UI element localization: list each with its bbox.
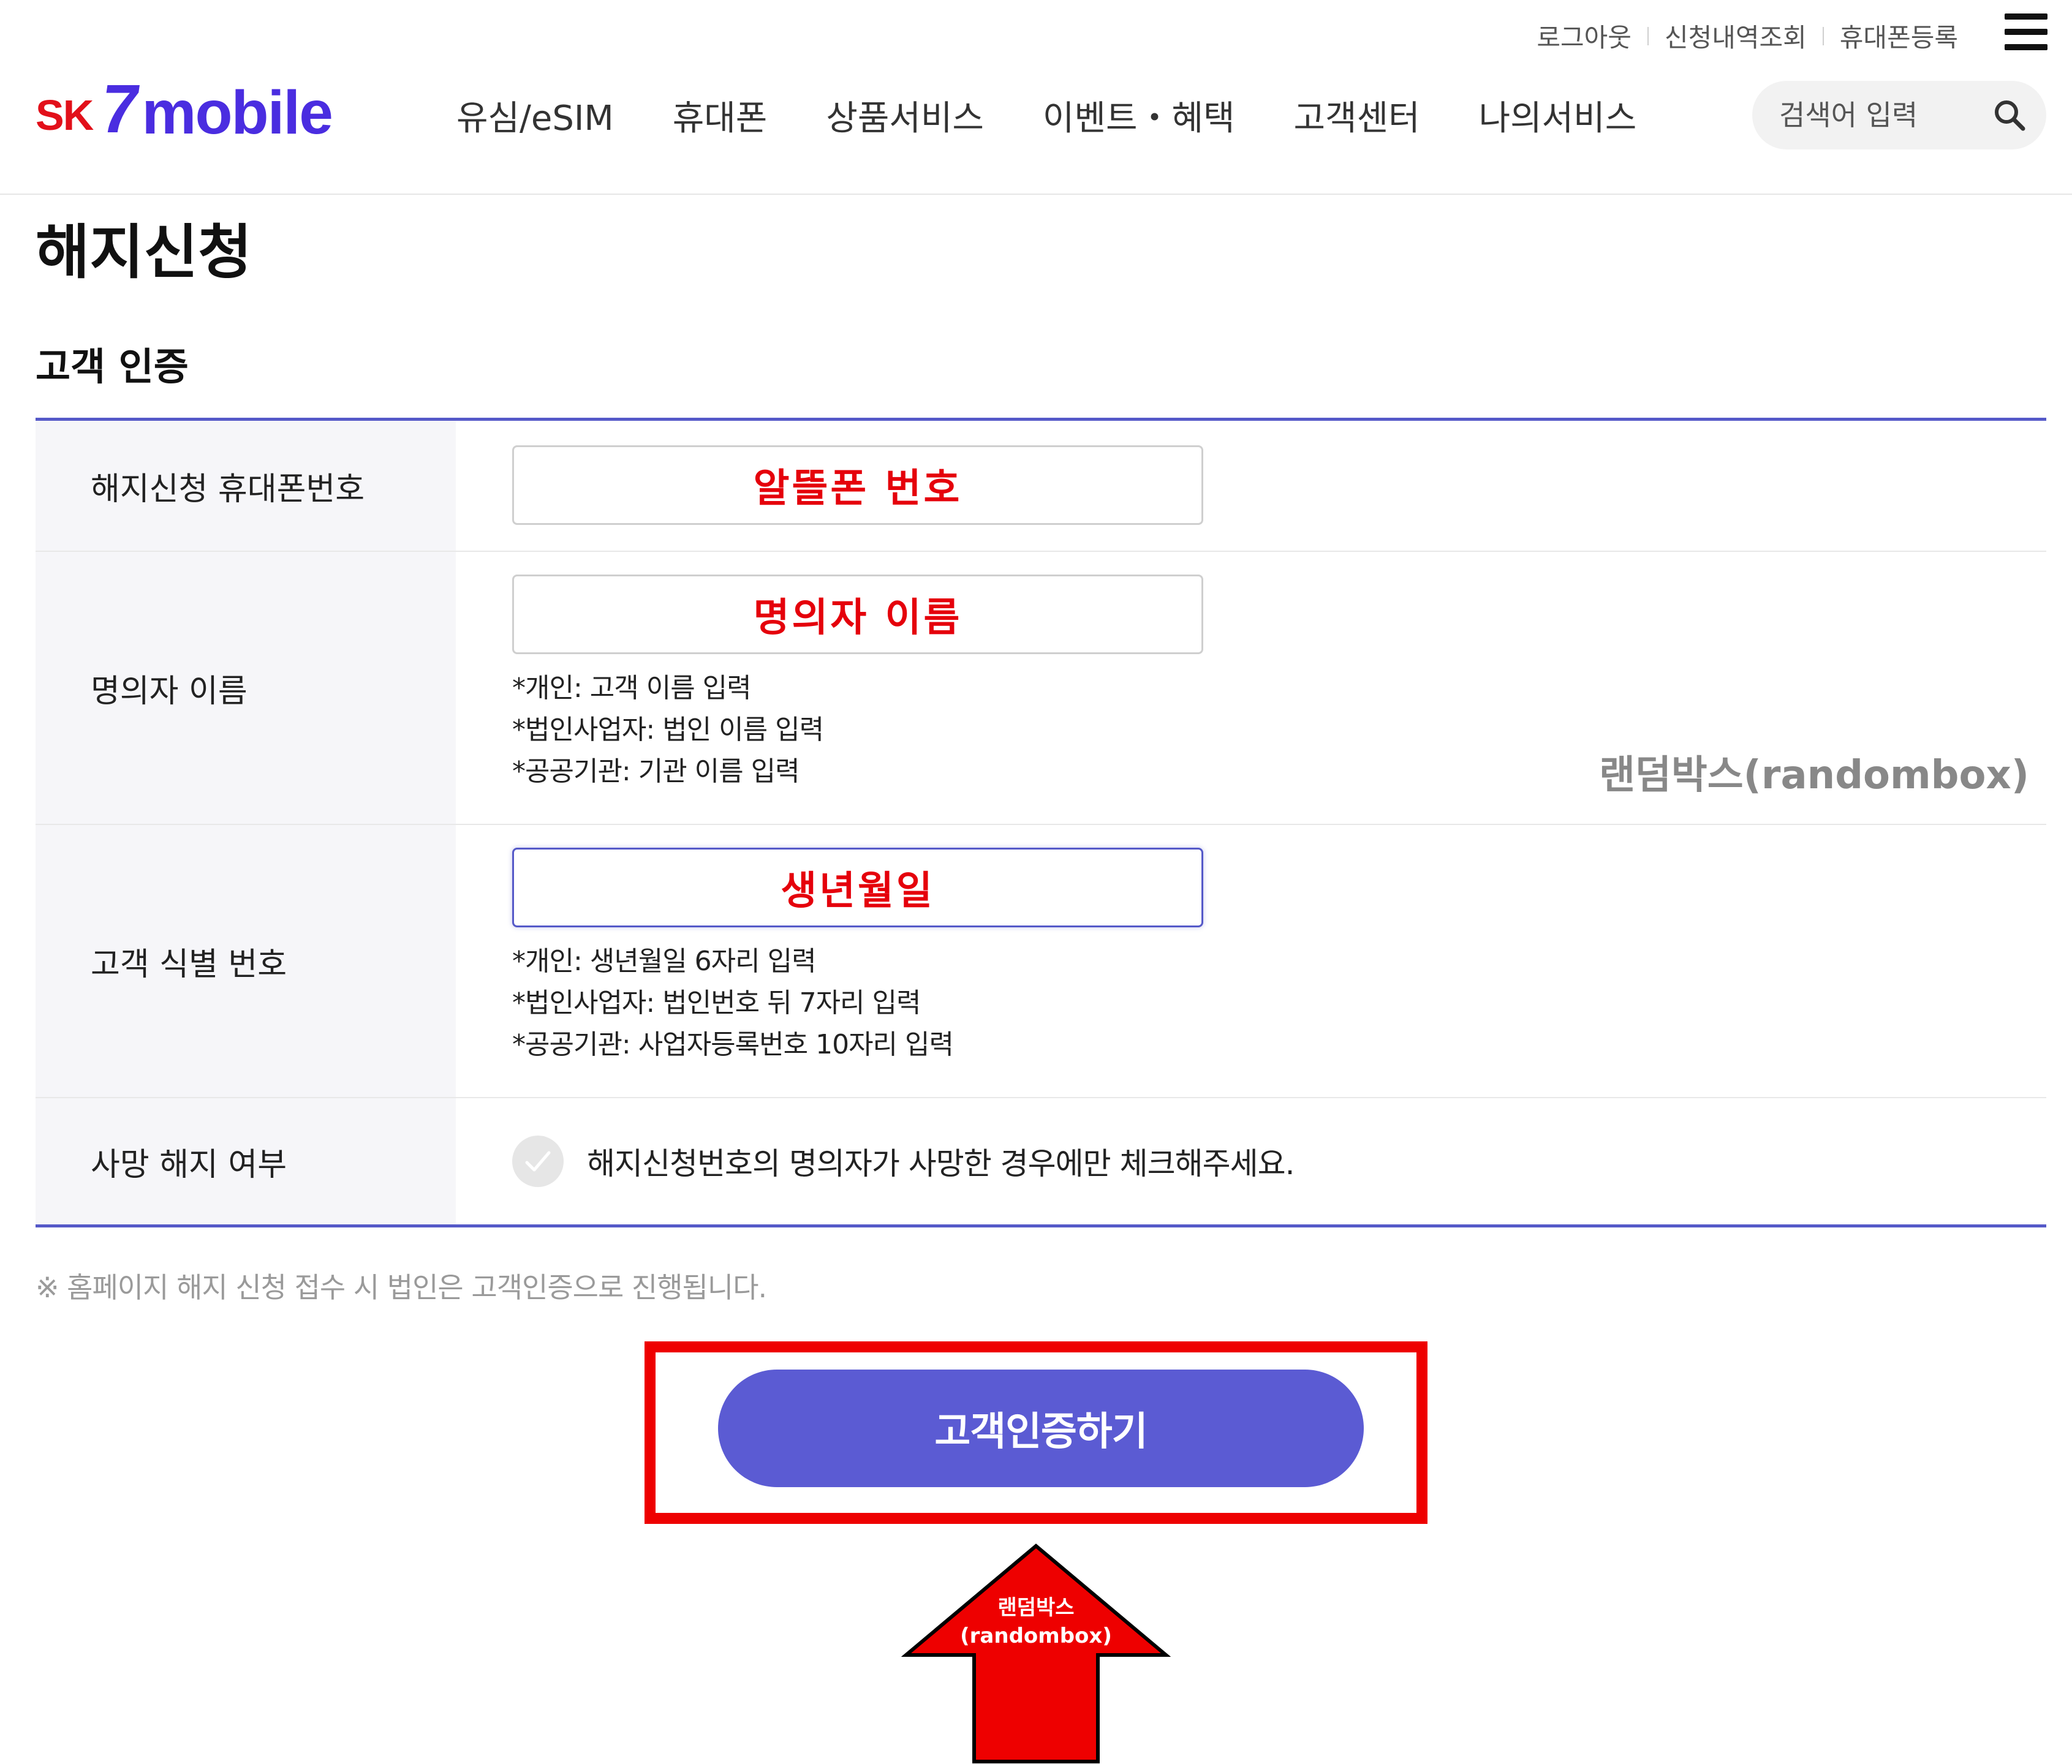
nav-customer-center[interactable]: 고객센터 [1294, 91, 1420, 140]
id-hint-public: *공공기관: 사업자등록번호 10자리 입력 [512, 1029, 954, 1060]
up-arrow-icon [901, 1544, 1171, 1763]
form-row-phone: 해지신청 휴대폰번호 알뜰폰 번호 [36, 421, 2046, 552]
arrow-label: 랜덤박스 (randombox) [904, 1594, 1168, 1650]
phone-field-cell: 알뜰폰 번호 [456, 421, 2046, 551]
phone-registration-link[interactable]: 휴대폰등록 [1840, 17, 1958, 55]
owner-name-input[interactable]: 명의자 이름 [512, 575, 1203, 654]
death-field-cell: 해지신청번호의 명의자가 사망한 경우에만 체크해주세요. [456, 1098, 2046, 1224]
divider [1647, 26, 1649, 45]
id-field-cell: 생년월일 *개인: 생년월일 6자리 입력 *법인사업자: 법인번호 뒤 7자리… [456, 825, 2046, 1097]
nav-events-benefits[interactable]: 이벤트・혜택 [1043, 91, 1235, 140]
application-history-link[interactable]: 신청내역조회 [1665, 17, 1807, 55]
sk-7mobile-logo[interactable]: SK 7 mobile [36, 70, 333, 147]
name-label: 명의자 이름 [36, 552, 456, 824]
phone-number-input[interactable]: 알뜰폰 번호 [512, 445, 1203, 525]
id-hint-individual: *개인: 생년월일 6자리 입력 [512, 946, 817, 977]
nav-my-services[interactable]: 나의서비스 [1479, 91, 1637, 140]
phone-label: 해지신청 휴대폰번호 [36, 421, 456, 551]
section-title: 고객 인증 [36, 344, 189, 389]
id-hints: *개인: 생년월일 6자리 입력 *법인사업자: 법인번호 뒤 7자리 입력 *… [512, 941, 2046, 1066]
nav-phones[interactable]: 휴대폰 [673, 91, 768, 140]
logo-sk-text: SK [36, 91, 94, 139]
id-hint-corporate: *법인사업자: 법인번호 뒤 7자리 입력 [512, 987, 921, 1019]
hamburger-menu-icon[interactable] [2005, 13, 2047, 54]
verify-customer-button[interactable]: 고객인증하기 [718, 1370, 1364, 1487]
search-icon[interactable] [1992, 98, 2027, 132]
form-row-id: 고객 식별 번호 생년월일 *개인: 생년월일 6자리 입력 *법인사업자: 법… [36, 825, 2046, 1098]
customer-verification-form: 해지신청 휴대폰번호 알뜰폰 번호 명의자 이름 명의자 이름 *개인: 고객 … [36, 418, 2046, 1227]
death-checkbox-label[interactable]: 해지신청번호의 명의자가 사망한 경우에만 체크해주세요. [587, 1139, 1295, 1183]
divider [1822, 26, 1824, 45]
checkmark-icon [525, 1151, 551, 1172]
form-notice: ※ 홈페이지 해지 신청 접수 시 법인은 고객인증으로 진행됩니다. [36, 1271, 767, 1304]
search-input[interactable] [1778, 98, 1976, 132]
nav-usim-esim[interactable]: 유심/eSIM [456, 91, 614, 140]
customer-id-input[interactable]: 생년월일 [512, 848, 1203, 927]
name-hint-individual: *개인: 고객 이름 입력 [512, 673, 752, 704]
logo-mobile-text: mobile [142, 78, 333, 147]
utility-links: 로그아웃 신청내역조회 휴대폰등록 [1537, 17, 1958, 55]
main-navigation: 유심/eSIM 휴대폰 상품서비스 이벤트・혜택 고객센터 나의서비스 [456, 91, 1636, 140]
death-label: 사망 해지 여부 [36, 1098, 456, 1224]
search-box [1752, 81, 2046, 149]
logo-seven-mark: 7 [96, 70, 145, 147]
randombox-annotation: 랜덤박스(randombox) [1599, 753, 2029, 798]
death-checkbox[interactable] [512, 1136, 564, 1187]
id-label: 고객 식별 번호 [36, 825, 456, 1097]
header-divider [0, 194, 2072, 195]
logout-link[interactable]: 로그아웃 [1537, 17, 1632, 55]
arrow-label-line2: (randombox) [960, 1624, 1112, 1648]
page-title: 해지신청 [36, 218, 252, 287]
form-row-death: 사망 해지 여부 해지신청번호의 명의자가 사망한 경우에만 체크해주세요. [36, 1098, 2046, 1224]
nav-products-services[interactable]: 상품서비스 [826, 91, 984, 140]
arrow-label-line1: 랜덤박스 [997, 1596, 1075, 1620]
